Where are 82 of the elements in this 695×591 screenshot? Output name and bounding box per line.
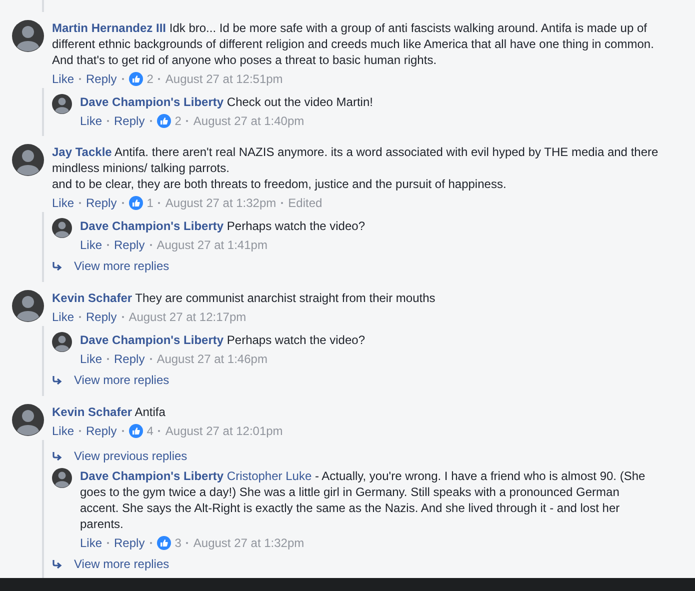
avatar[interactable] (12, 144, 44, 176)
separator-dot (158, 78, 160, 80)
separator-dot (158, 202, 160, 204)
like-icon (128, 196, 143, 210)
like-link[interactable]: Like (80, 236, 102, 254)
separator-dot (186, 120, 188, 122)
avatar[interactable] (12, 404, 44, 436)
like-link[interactable]: Like (52, 70, 74, 88)
separator-dot (79, 430, 82, 432)
comment-text: Jay Tackle Antifa. there aren't real NAZIS anymore. its a word associated with evil hyped by THE media and there mindless minions/ talking parrots. and to be clear, they are both threats to freedom, justice and the pursuit of happiness. (52, 144, 660, 192)
like-link[interactable]: Like (52, 308, 74, 326)
like-link[interactable]: Like (80, 112, 102, 130)
comment-text: Dave Champion's Liberty Perhaps watch the video? (80, 218, 366, 234)
view-more-replies-link[interactable]: View more replies (74, 371, 170, 389)
separator-dot (150, 542, 152, 544)
like-link[interactable]: Like (52, 422, 74, 440)
avatar[interactable] (52, 468, 72, 488)
avatar[interactable] (52, 94, 72, 114)
view-previous-replies-link[interactable]: View previous replies (74, 447, 188, 465)
like-icon (128, 424, 143, 438)
like-count: 3 (174, 535, 182, 552)
separator-dot (107, 358, 110, 360)
separator-dot (79, 202, 82, 204)
author-link[interactable]: Dave Champion's Liberty (80, 219, 224, 233)
reply-link[interactable]: Reply (86, 422, 117, 440)
reply-arrow-icon (52, 375, 62, 385)
like-link[interactable]: Like (80, 350, 102, 368)
like-link[interactable]: Like (52, 194, 74, 212)
separator-dot (107, 244, 110, 246)
like-count: 4 (146, 423, 154, 440)
comment-text: Dave Champion's Liberty Cristopher Luke - Actually, you're wrong. I have a friend who is almost 90. (She goes to the gym twice a day!) She was a little girl in Germany. Still speaks with a pronounced German accent. She says the Alt-Right is exactly the same as the Nazis. And she lived through it - and lost her parents. (80, 468, 646, 532)
separator-dot (122, 430, 124, 432)
avatar[interactable] (52, 218, 72, 238)
separator-dot (107, 542, 110, 544)
separator-dot (150, 120, 152, 122)
like-count: 1 (146, 195, 154, 212)
like-count: 2 (146, 71, 154, 88)
author-link[interactable]: Martin Hernandez III (52, 21, 166, 35)
comment-text: Dave Champion's Liberty Check out the video Martin! (80, 94, 374, 110)
author-link[interactable]: Kevin Schafer (52, 291, 132, 305)
separator-dot (122, 78, 124, 80)
separator-dot (150, 244, 152, 246)
like-icon (156, 114, 171, 128)
comment-text: Kevin Schafer They are communist anarchist straight from their mouths (52, 290, 436, 306)
author-link[interactable]: Dave Champion's Liberty (80, 469, 224, 483)
reply-link[interactable]: Reply (114, 350, 145, 368)
reply-link[interactable]: Reply (114, 534, 145, 552)
comment-text: Martin Hernandez III Idk bro... Id be more safe with a group of anti fascists walking around. Antifa is made up of different ethnic backgrounds of different religion and creeds much like America that all have one thing in common. And that's to get rid of anyone who poses a threat to basic human rights. (52, 20, 655, 68)
reply-arrow-icon (52, 559, 62, 569)
author-link[interactable]: Kevin Schafer (52, 405, 132, 419)
separator-dot (150, 358, 152, 360)
separator-dot (281, 202, 284, 204)
author-link[interactable]: Jay Tackle (52, 145, 112, 159)
reply-link[interactable]: Reply (86, 194, 117, 212)
separator-dot (122, 316, 124, 318)
reply-link[interactable]: Reply (114, 236, 145, 254)
like-count: 2 (174, 113, 182, 130)
separator-dot (122, 202, 124, 204)
avatar[interactable] (12, 290, 44, 322)
comment-text: Kevin Schafer Antifa (52, 404, 166, 420)
like-icon (128, 72, 143, 86)
like-link[interactable]: Like (80, 534, 102, 552)
view-more-replies-link[interactable]: View more replies (74, 555, 170, 573)
author-link[interactable]: Dave Champion's Liberty (80, 333, 224, 347)
reply-link[interactable]: Reply (86, 308, 117, 326)
edited-label: Edited (288, 195, 322, 212)
view-more-replies-link[interactable]: View more replies (74, 257, 170, 275)
avatar[interactable] (12, 20, 44, 52)
reply-link[interactable]: Reply (114, 112, 145, 130)
separator-dot (79, 316, 82, 318)
mention-link[interactable]: Cristopher Luke (226, 469, 312, 483)
reply-arrow-icon (52, 261, 62, 271)
avatar[interactable] (52, 332, 72, 352)
like-icon (156, 536, 171, 550)
separator-dot (186, 542, 188, 544)
author-link[interactable]: Dave Champion's Liberty (80, 95, 224, 109)
separator-dot (158, 430, 160, 432)
reply-link[interactable]: Reply (86, 70, 117, 88)
comment-text: Dave Champion's Liberty Perhaps watch the video? (80, 332, 366, 348)
reply-arrow-icon (52, 451, 62, 461)
separator-dot (79, 78, 82, 80)
separator-dot (107, 120, 110, 122)
